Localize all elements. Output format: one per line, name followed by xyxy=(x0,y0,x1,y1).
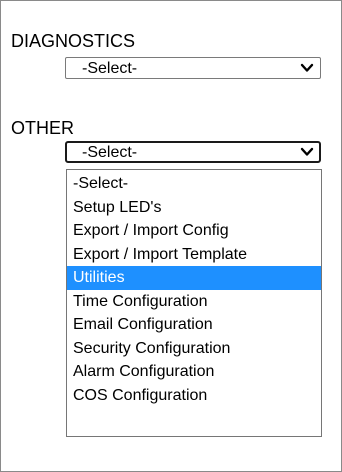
chevron-down-icon xyxy=(300,147,314,156)
other-select[interactable]: -Select- xyxy=(65,141,321,163)
dropdown-option[interactable]: Alarm Configuration xyxy=(67,360,321,384)
other-dropdown-list: -Select- Setup LED's Export / Import Con… xyxy=(66,169,322,437)
dropdown-option-highlighted[interactable]: Utilities xyxy=(67,266,321,290)
dropdown-option[interactable]: Time Configuration xyxy=(67,290,321,314)
dropdown-option[interactable]: COS Configuration xyxy=(67,384,321,408)
settings-panel: DIAGNOSTICS -Select- OTHER -Select- -Sel… xyxy=(0,0,342,472)
other-select-value: -Select- xyxy=(82,144,138,161)
diagnostics-label: DIAGNOSTICS xyxy=(11,31,136,51)
diagnostics-select[interactable]: -Select- xyxy=(65,57,321,79)
dropdown-option[interactable]: Setup LED's xyxy=(67,196,321,220)
dropdown-option[interactable]: Email Configuration xyxy=(67,313,321,337)
dropdown-option[interactable]: Export / Import Config xyxy=(67,219,321,243)
dropdown-option[interactable]: Security Configuration xyxy=(67,337,321,361)
diagnostics-select-value: -Select- xyxy=(82,60,138,77)
dropdown-option[interactable]: -Select- xyxy=(67,172,321,196)
other-label: OTHER xyxy=(11,118,74,138)
chevron-down-icon xyxy=(300,63,314,72)
dropdown-option[interactable]: Export / Import Template xyxy=(67,243,321,267)
